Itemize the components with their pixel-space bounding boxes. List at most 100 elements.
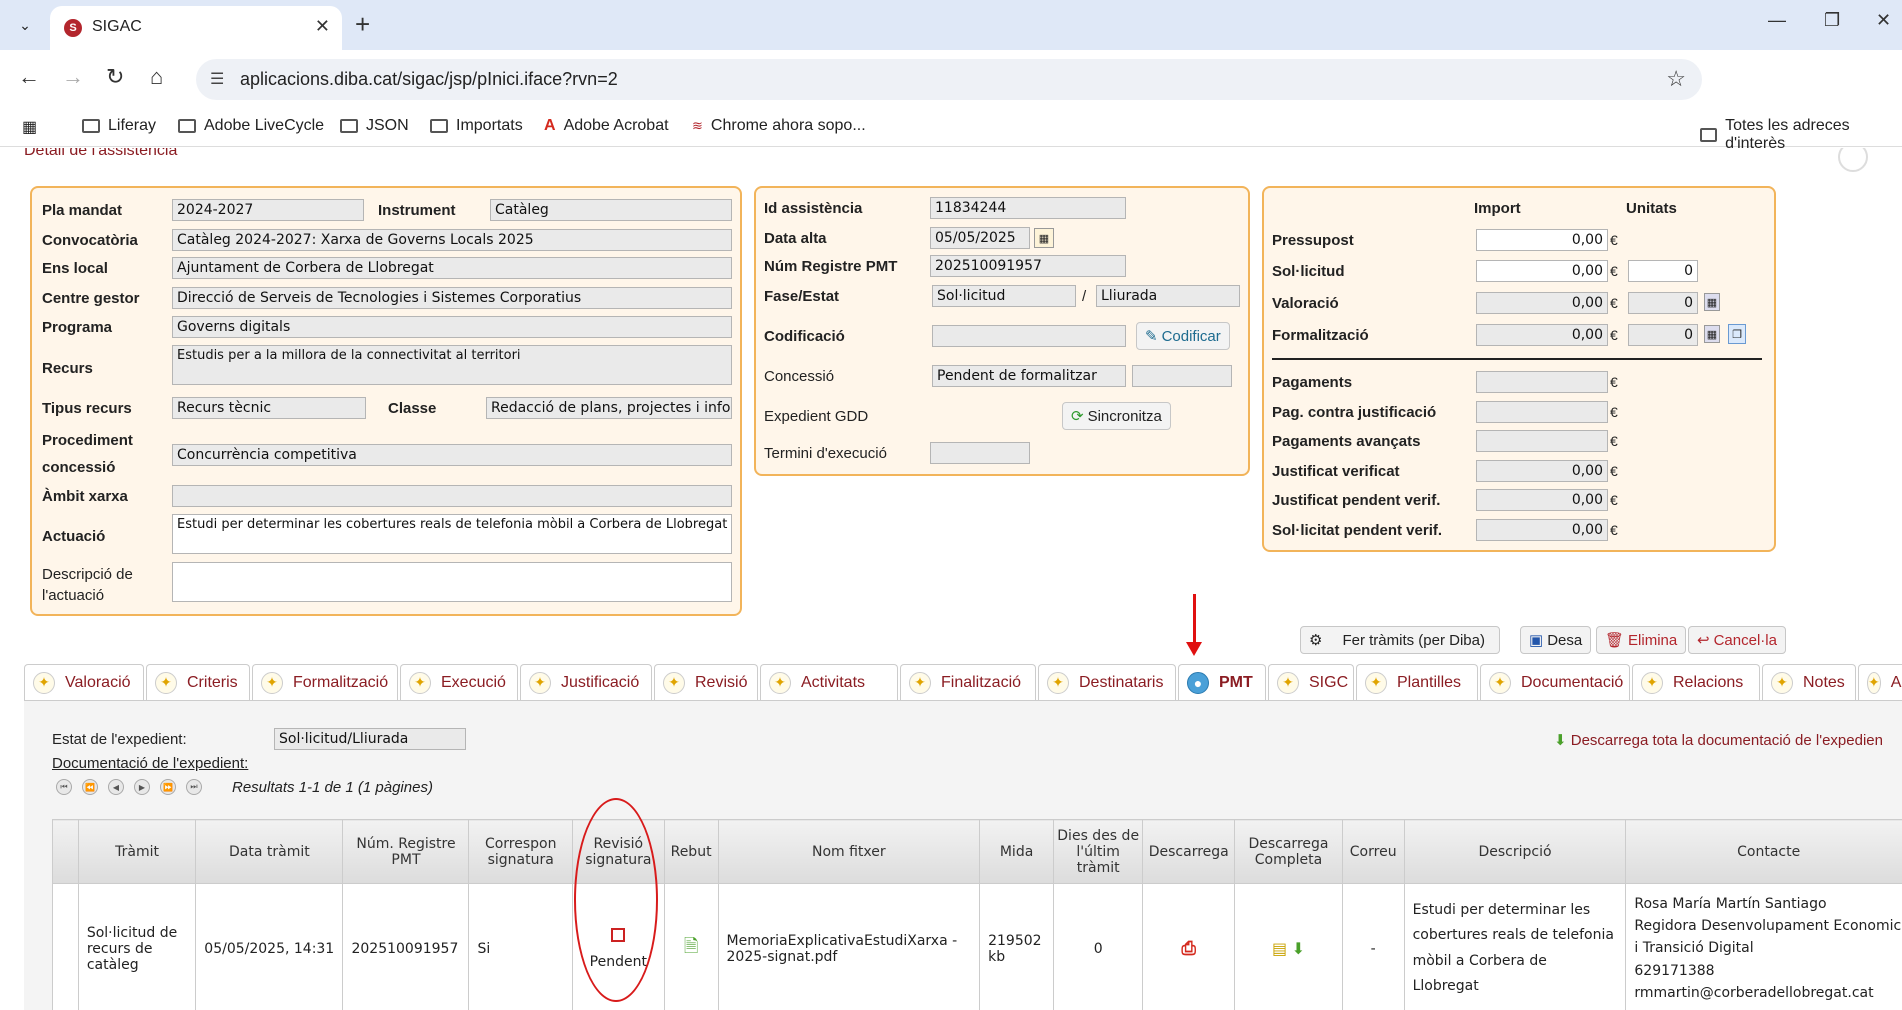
solicitud-import-field[interactable]: 0,00 bbox=[1476, 260, 1608, 282]
tab-sigc[interactable]: ✦ SIGC bbox=[1268, 664, 1354, 700]
column-header[interactable]: Data tràmit bbox=[195, 819, 344, 884]
pla-mandat-field[interactable]: 2024-2027 bbox=[172, 199, 364, 221]
new-tab-icon[interactable]: + bbox=[355, 9, 370, 40]
column-header[interactable]: Descripció bbox=[1403, 819, 1627, 884]
valoracio-units-field[interactable]: 0 bbox=[1628, 292, 1698, 314]
pag-avancats-field[interactable] bbox=[1476, 430, 1608, 452]
column-header[interactable]: Correu bbox=[1341, 819, 1405, 884]
first-page-icon[interactable]: ⏮ bbox=[56, 779, 72, 795]
prev-page-icon[interactable]: ◀ bbox=[108, 779, 124, 795]
procediment-field[interactable]: Concurrència competitiva bbox=[172, 444, 732, 466]
ambit-xarxa-field[interactable] bbox=[172, 485, 732, 507]
recurs-field[interactable]: Estudis per a la millora de la connectiv… bbox=[172, 345, 732, 385]
fer-tramits-button[interactable]: ⚙ Fer tràmits (per Diba) bbox=[1300, 626, 1500, 654]
column-header[interactable]: Correspon signatura bbox=[468, 819, 573, 884]
download-arrow-icon[interactable]: ⬇ bbox=[1292, 939, 1305, 958]
concessio-extra-field[interactable] bbox=[1132, 365, 1232, 387]
prev-fast-icon[interactable]: ⏪ bbox=[82, 779, 98, 795]
site-info-icon[interactable]: ☰ bbox=[210, 69, 224, 89]
estat-expedient-field[interactable]: Sol·licitud/Lliurada bbox=[274, 728, 466, 750]
desa-button[interactable]: ▣ Desa bbox=[1520, 626, 1592, 654]
download-all-link[interactable]: ⬇ Descarrega tota la documentació de l'e… bbox=[1554, 731, 1883, 749]
solicitud-units-field[interactable]: 0 bbox=[1628, 260, 1698, 282]
centre-gestor-field[interactable]: Direcció de Serveis de Tecnologies i Sis… bbox=[172, 287, 732, 309]
copy-icon[interactable]: ❐ bbox=[1728, 324, 1746, 344]
tab-plantilles[interactable]: ✦ Plantilles bbox=[1356, 664, 1478, 700]
just-verif-field[interactable]: 0,00 bbox=[1476, 460, 1608, 482]
bookmark-importats[interactable]: Importats bbox=[430, 117, 523, 135]
concessio-field[interactable]: Pendent de formalitzar bbox=[932, 365, 1126, 387]
tab-formalitzacio[interactable]: ✦ Formalització bbox=[252, 664, 398, 700]
tab-activitats[interactable]: ✦ Activitats bbox=[760, 664, 898, 700]
cancela-button[interactable]: ↩ Cancel·la bbox=[1688, 626, 1786, 654]
tab-documentacio[interactable]: ✦ Documentació bbox=[1480, 664, 1630, 700]
pag-contra-field[interactable] bbox=[1476, 401, 1608, 423]
forward-icon[interactable]: → bbox=[62, 64, 84, 90]
descripcio-field[interactable] bbox=[172, 562, 732, 602]
formalitzacio-import-field[interactable]: 0,00 bbox=[1476, 324, 1608, 346]
formalitzacio-units-field[interactable]: 0 bbox=[1628, 324, 1698, 346]
codificacio-field[interactable] bbox=[932, 325, 1126, 347]
calculator-icon[interactable]: ▦ bbox=[1704, 293, 1720, 311]
tab-valoracio[interactable]: ✦ Valoració bbox=[24, 664, 144, 700]
ens-local-field[interactable]: Ajuntament de Corbera de Llobregat bbox=[172, 257, 732, 279]
tab-finalitzacio[interactable]: ✦ Finalització bbox=[900, 664, 1036, 700]
bookmark-adobe-acrobat[interactable]: A Adobe Acrobat bbox=[544, 117, 669, 135]
tab-notes[interactable]: ✦ Notes bbox=[1762, 664, 1856, 700]
classe-field[interactable]: Redacció de plans, projectes i info bbox=[486, 397, 732, 419]
tab-justificacio[interactable]: ✦ Justificació bbox=[520, 664, 652, 700]
column-header[interactable]: Mida bbox=[979, 819, 1055, 884]
valoracio-import-field[interactable]: 0,00 bbox=[1476, 292, 1608, 314]
tab-close-icon[interactable]: ✕ bbox=[315, 16, 330, 37]
column-header[interactable]: Tràmit bbox=[77, 819, 197, 884]
actuacio-field[interactable]: Estudi per determinar les cobertures rea… bbox=[172, 514, 732, 554]
tab-execucio[interactable]: ✦ Execució bbox=[400, 664, 518, 700]
instrument-field[interactable]: Catàleg bbox=[490, 199, 732, 221]
pdf-download-icon[interactable]: ⎙ bbox=[1182, 938, 1196, 959]
minimize-icon[interactable]: — bbox=[1768, 10, 1786, 31]
calculator-icon[interactable]: ▦ bbox=[1704, 325, 1720, 343]
bookmark-json[interactable]: JSON bbox=[340, 117, 409, 135]
back-icon[interactable]: ← bbox=[18, 64, 40, 90]
calendar-icon[interactable]: ▦ bbox=[1034, 228, 1054, 248]
sol-pend-field[interactable]: 0,00 bbox=[1476, 519, 1608, 541]
browser-tab-sigac[interactable]: S SIGAC ✕ bbox=[50, 6, 342, 50]
column-header[interactable]: Rebut bbox=[663, 819, 719, 884]
address-bar[interactable]: ☰ aplicacions.diba.cat/sigac/jsp/pInici.… bbox=[196, 59, 1702, 100]
just-pend-field[interactable]: 0,00 bbox=[1476, 489, 1608, 511]
tab-search-dropdown[interactable]: ⌄ bbox=[8, 10, 42, 40]
column-header[interactable]: Contacte bbox=[1625, 819, 1902, 884]
table-row[interactable]: Sol·licitud de recurs de catàleg 05/05/2… bbox=[52, 883, 1902, 1010]
tab-destinataris[interactable]: ✦ Destinataris bbox=[1038, 664, 1176, 700]
apps-grid-icon[interactable]: ▦ bbox=[22, 117, 37, 137]
convocatoria-field[interactable]: Catàleg 2024-2027: Xarxa de Governs Loca… bbox=[172, 229, 732, 251]
fase-field[interactable]: Sol·licitud bbox=[932, 285, 1076, 307]
tab-pmt[interactable]: ● PMT bbox=[1178, 664, 1266, 700]
sincronitza-button[interactable]: ⟳ Sincronitza bbox=[1062, 402, 1171, 430]
tipus-recurs-field[interactable]: Recurs tècnic bbox=[172, 397, 366, 419]
zip-icon[interactable]: ▤ bbox=[1272, 939, 1287, 958]
codificar-button[interactable]: ✎ Codificar bbox=[1136, 322, 1230, 350]
elimina-button[interactable]: 🗑 Elimina bbox=[1596, 626, 1687, 654]
window-close-icon[interactable]: ✕ bbox=[1876, 10, 1891, 31]
bookmark-liferay[interactable]: Liferay bbox=[82, 117, 156, 135]
column-header[interactable]: Descarrega bbox=[1142, 819, 1236, 884]
programa-field[interactable]: Governs digitals bbox=[172, 316, 732, 338]
bookmark-star-icon[interactable]: ☆ bbox=[1666, 66, 1686, 92]
estat-field[interactable]: Lliurada bbox=[1096, 285, 1240, 307]
column-header[interactable]: Nom fitxer bbox=[717, 819, 981, 884]
home-icon[interactable]: ⌂ bbox=[150, 64, 163, 90]
id-assistencia-field[interactable]: 11834244 bbox=[930, 197, 1126, 219]
tab-adm[interactable]: ✦ Adm bbox=[1858, 664, 1902, 700]
bookmark-adobe-livecycle[interactable]: Adobe LiveCycle bbox=[178, 117, 324, 135]
reload-icon[interactable]: ↻ bbox=[106, 64, 124, 90]
bookmark-chrome-ahora[interactable]: ≋ Chrome ahora sopo... bbox=[692, 117, 866, 135]
pressupost-field[interactable]: 0,00 bbox=[1476, 229, 1608, 251]
registre-pmt-field[interactable]: 202510091957 bbox=[930, 255, 1126, 277]
tab-revisio[interactable]: ✦ Revisió bbox=[654, 664, 758, 700]
tab-criteris[interactable]: ✦ Criteris bbox=[146, 664, 250, 700]
column-header[interactable]: Núm. Registre PMT bbox=[342, 819, 470, 884]
column-header[interactable]: Descarrega Completa bbox=[1234, 819, 1343, 884]
next-page-icon[interactable]: ▶ bbox=[134, 779, 150, 795]
tab-relacions[interactable]: ✦ Relacions bbox=[1632, 664, 1760, 700]
